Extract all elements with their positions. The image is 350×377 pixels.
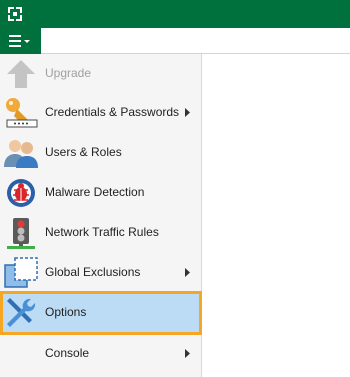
menu-item-label: Upgrade (45, 66, 92, 80)
malware-bug-icon (7, 179, 35, 207)
menu-item-upgrade[interactable]: Upgrade (0, 54, 202, 94)
hamburger-dropdown-icon (9, 35, 30, 47)
app-logo-icon (8, 7, 22, 21)
main-menu-button[interactable] (0, 28, 41, 54)
users-icon (4, 140, 38, 168)
menu-item-console[interactable]: Console (0, 334, 202, 374)
content-area (202, 54, 350, 377)
menu-item-malware-detection[interactable]: Malware Detection (0, 173, 202, 213)
menu-item-label: Global Exclusions (45, 265, 141, 279)
exclusions-icon (4, 257, 38, 288)
upgrade-arrow-icon (7, 60, 35, 88)
menu-item-users-roles[interactable]: Users & Roles (0, 133, 202, 173)
menu-item-network-traffic-rules[interactable]: Network Traffic Rules (0, 213, 202, 253)
submenu-arrow-icon (185, 108, 190, 117)
menu-item-label: Network Traffic Rules (45, 225, 159, 239)
traffic-light-icon (7, 218, 35, 249)
menu-item-label: Credentials & Passwords (45, 105, 180, 119)
menu-bar (0, 28, 350, 54)
wrench-screwdriver-icon (7, 298, 36, 327)
menu-item-options[interactable]: Options (0, 291, 202, 335)
menu-item-label: Console (45, 346, 90, 360)
submenu-arrow-icon (185, 349, 190, 358)
main-menu-dropdown: Upgrade Credentials & Passwords Users & … (0, 54, 202, 377)
submenu-arrow-icon (185, 268, 190, 277)
menu-item-label: Users & Roles (45, 145, 122, 159)
menu-item-global-exclusions[interactable]: Global Exclusions (0, 253, 202, 293)
menu-item-label: Options (45, 305, 87, 319)
title-bar (0, 0, 350, 28)
menu-item-credentials-passwords[interactable]: Credentials & Passwords (0, 93, 202, 133)
key-icon (6, 98, 38, 128)
menu-item-label: Malware Detection (45, 185, 145, 199)
